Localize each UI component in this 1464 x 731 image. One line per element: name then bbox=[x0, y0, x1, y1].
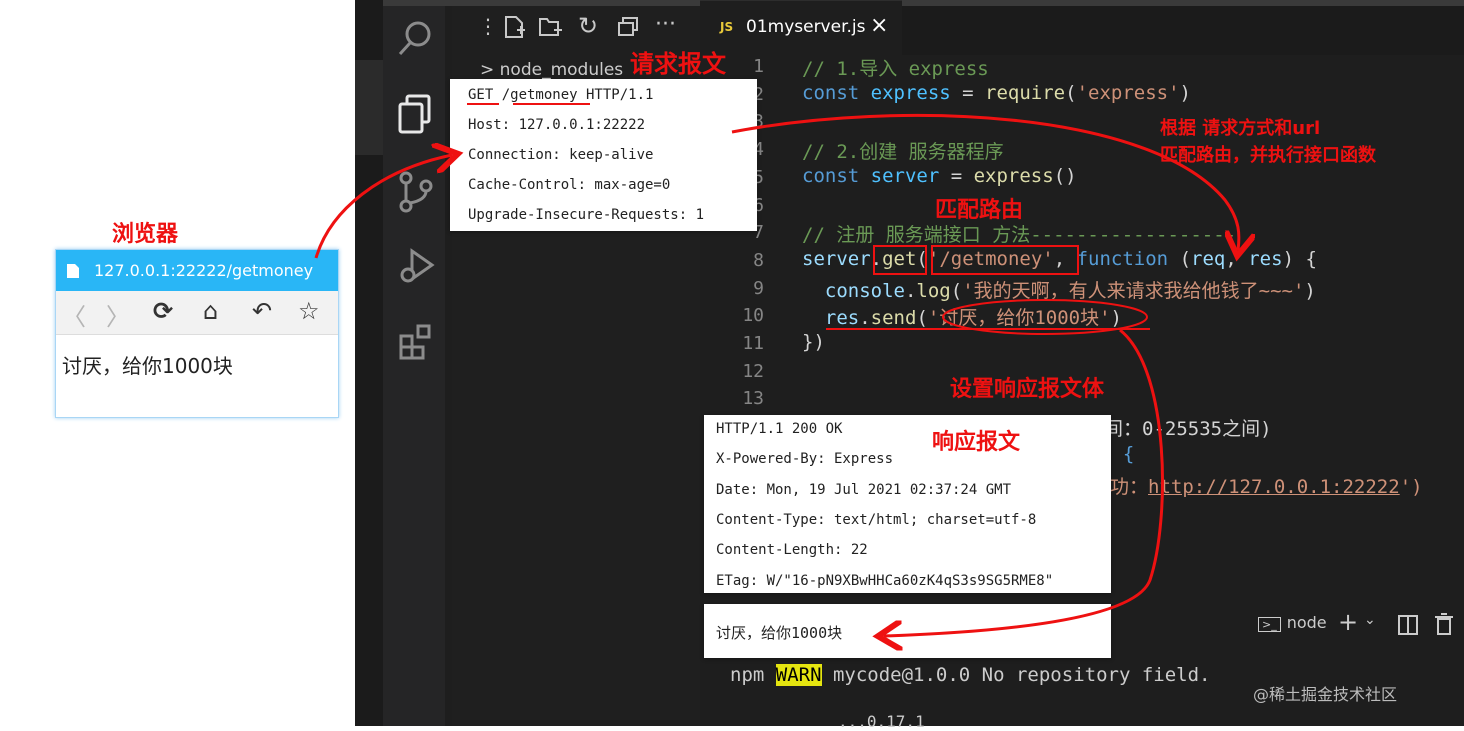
arrow-browser-to-request bbox=[314, 155, 452, 259]
watermark: @稀土掘金技术社区 bbox=[1253, 685, 1398, 704]
highlight-route-path bbox=[931, 245, 1079, 275]
annotation-arrows bbox=[314, 103, 1464, 726]
arrow-request-to-route bbox=[731, 113, 1239, 250]
highlight-get bbox=[873, 245, 927, 275]
arrow-send-to-body bbox=[884, 328, 1164, 636]
